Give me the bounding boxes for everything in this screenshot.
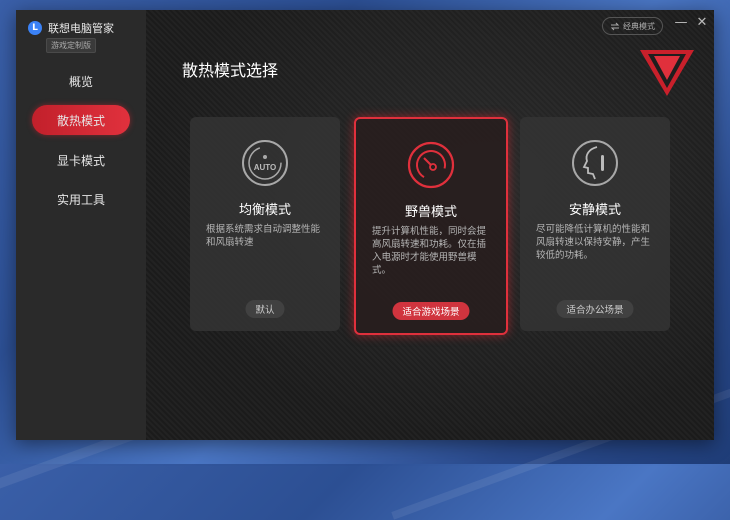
- sidebar-item-utilities[interactable]: 实用工具: [32, 184, 130, 214]
- sidebar: L 联想电脑管家 游戏定制版 概览 散热模式 显卡模式 实用工具: [16, 10, 146, 440]
- quiet-face-icon: [572, 140, 618, 186]
- mode-tag-button[interactable]: 适合办公场景: [556, 300, 634, 318]
- mode-card-balanced[interactable]: AUTO 均衡模式 根据系统需求自动调整性能和风扇转速 默认: [190, 117, 340, 331]
- mode-title: 均衡模式: [238, 203, 291, 218]
- sidebar-item-cooling-mode[interactable]: 散热模式: [32, 105, 130, 135]
- lenovo-logo-icon: L: [28, 21, 42, 35]
- main-panel: 经典模式 — ✕ 散热模式选择 AUTO 均衡模式 根据系统需求自动调整性能和风…: [146, 10, 714, 440]
- mode-title: 野兽模式: [404, 205, 457, 220]
- classic-mode-button[interactable]: 经典模式: [602, 17, 663, 35]
- page-title: 散热模式选择: [182, 61, 279, 80]
- auto-gauge-icon: AUTO: [242, 140, 288, 186]
- mode-card-quiet[interactable]: 安静模式 尽可能降低计算机的性能和风扇转速以保持安静，产生较低的功耗。 适合办公…: [520, 117, 670, 331]
- mode-tag-button[interactable]: 适合游戏场景: [392, 302, 470, 320]
- brand: L 联想电脑管家: [28, 20, 114, 36]
- switch-icon: [610, 22, 620, 30]
- mode-description: 根据系统需求自动调整性能和风扇转速: [206, 224, 321, 248]
- svg-text:AUTO: AUTO: [254, 163, 277, 172]
- speedometer-icon: [407, 141, 455, 189]
- mode-card-beast[interactable]: 野兽模式 提升计算机性能，同时会提高风扇转速和功耗。仅在插入电源时才能使用野兽模…: [354, 117, 508, 335]
- edition-badge: 游戏定制版: [46, 38, 96, 53]
- minimize-button[interactable]: —: [674, 15, 688, 30]
- close-button[interactable]: ✕: [695, 15, 709, 30]
- mode-tag-button[interactable]: 默认: [245, 300, 285, 318]
- mode-description: 提升计算机性能，同时会提高风扇转速和功耗。仅在插入电源时才能使用野兽模式。: [372, 226, 487, 276]
- classic-mode-label: 经典模式: [623, 21, 655, 31]
- mode-title: 安静模式: [568, 203, 621, 218]
- sidebar-item-gpu-mode[interactable]: 显卡模式: [32, 145, 130, 175]
- sidebar-item-overview[interactable]: 概览: [32, 66, 130, 96]
- app-name: 联想电脑管家: [48, 22, 114, 35]
- mode-description: 尽可能降低计算机的性能和风扇转速以保持安静，产生较低的功耗。: [536, 224, 651, 261]
- app-window: L 联想电脑管家 游戏定制版 概览 散热模式 显卡模式 实用工具 经典模式 — …: [16, 10, 714, 440]
- legion-logo-icon: [640, 50, 694, 96]
